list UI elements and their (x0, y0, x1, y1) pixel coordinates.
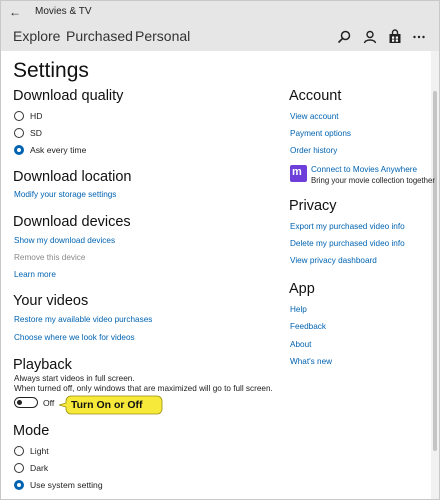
privacy-dashboard-link[interactable]: View privacy dashboard (290, 256, 377, 265)
view-account-link[interactable]: View account (290, 112, 339, 121)
search-icon[interactable] (336, 29, 352, 45)
learn-more-link[interactable]: Learn more (14, 270, 56, 279)
toggle-state-label: Off (43, 398, 55, 408)
mode-heading: Mode (13, 423, 50, 439)
account-icon[interactable] (362, 29, 378, 45)
tab-personal[interactable]: Personal (135, 28, 190, 44)
movies-anywhere-subtitle: Bring your movie collection together (311, 176, 435, 185)
modify-storage-link[interactable]: Modify your storage settings (14, 190, 116, 199)
privacy-heading: Privacy (289, 198, 337, 214)
about-link[interactable]: About (290, 340, 311, 349)
radio-hd-label[interactable]: HD (30, 110, 42, 122)
download-quality-heading: Download quality (13, 88, 124, 104)
fullscreen-toggle[interactable] (14, 397, 38, 408)
title-bar: ← Movies & TV (1, 1, 439, 23)
radio-use-system-setting-label[interactable]: Use system setting (30, 479, 103, 491)
choose-video-locations-link[interactable]: Choose where we look for videos (14, 333, 135, 342)
radio-light-label[interactable]: Light (30, 445, 49, 457)
radio-light[interactable] (14, 446, 24, 456)
show-download-devices-link[interactable]: Show my download devices (14, 236, 115, 245)
order-history-link[interactable]: Order history (290, 146, 337, 155)
tab-explore[interactable]: Explore (13, 28, 60, 44)
connect-movies-anywhere-link[interactable]: Connect to Movies Anywhere (311, 165, 417, 174)
callout-text: Turn On or Off (71, 399, 143, 411)
remove-device-text: Remove this device (14, 253, 86, 262)
scrollbar[interactable] (431, 51, 439, 499)
nav-bar: Explore Purchased Personal (1, 23, 439, 51)
payment-options-link[interactable]: Payment options (290, 129, 351, 138)
radio-dark[interactable] (14, 463, 24, 473)
radio-sd-label[interactable]: SD (30, 127, 42, 139)
help-link[interactable]: Help (290, 305, 307, 314)
toggle-knob (17, 399, 22, 405)
download-location-heading: Download location (13, 169, 132, 185)
app-heading: App (289, 281, 315, 297)
tab-purchased[interactable]: Purchased (66, 28, 133, 44)
radio-ask-every-time[interactable] (14, 145, 24, 155)
scrollbar-thumb[interactable] (433, 91, 437, 451)
back-arrow-icon[interactable]: ← (9, 4, 21, 20)
delete-video-info-link[interactable]: Delete my purchased video info (290, 239, 405, 248)
radio-ask-every-time-label[interactable]: Ask every time (30, 144, 86, 156)
radio-dark-label[interactable]: Dark (30, 462, 48, 474)
store-icon[interactable] (387, 29, 403, 45)
page-title: Settings (13, 59, 89, 82)
feedback-link[interactable]: Feedback (290, 322, 326, 331)
restore-purchases-link[interactable]: Restore my available video purchases (14, 315, 152, 324)
app-window: ← Movies & TV Explore Purchased Personal… (0, 0, 440, 500)
your-videos-heading: Your videos (13, 293, 89, 309)
radio-hd[interactable] (14, 111, 24, 121)
whats-new-link[interactable]: What's new (290, 357, 332, 366)
playback-note: When turned off, only windows that are m… (14, 384, 273, 393)
radio-sd[interactable] (14, 128, 24, 138)
download-devices-heading: Download devices (13, 214, 131, 230)
movies-anywhere-icon[interactable]: m (290, 165, 307, 182)
playback-description: Always start videos in full screen. (14, 374, 135, 383)
account-heading: Account (289, 88, 342, 104)
app-title: Movies & TV (35, 6, 92, 17)
more-icon[interactable] (411, 29, 427, 45)
radio-use-system-setting[interactable] (14, 480, 24, 490)
playback-heading: Playback (13, 357, 72, 373)
export-video-info-link[interactable]: Export my purchased video info (290, 222, 405, 231)
